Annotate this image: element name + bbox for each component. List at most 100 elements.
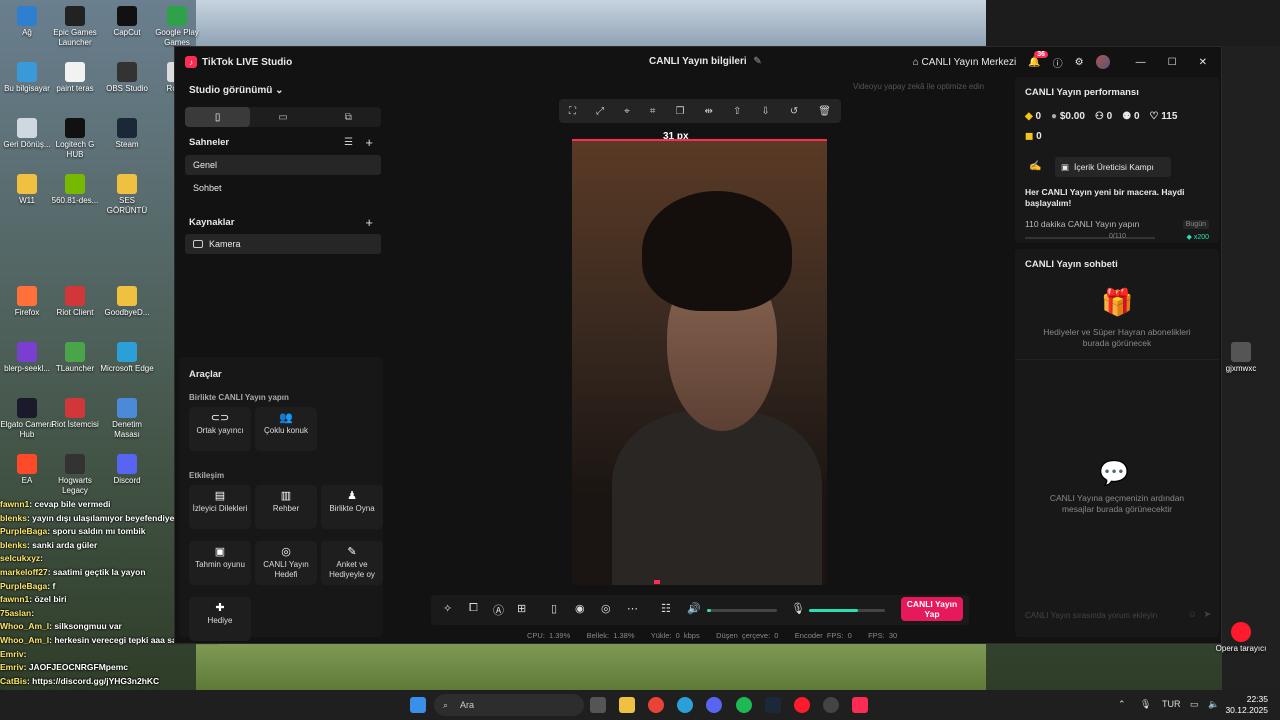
layer-up-icon[interactable]: ⇧	[733, 106, 741, 117]
opera-icon[interactable]	[794, 697, 810, 713]
system-clock[interactable]: 22:35 30.12.2025	[1225, 694, 1268, 716]
ai-icon[interactable]: Ⓐ	[493, 602, 504, 618]
replay-icon[interactable]: ◎	[601, 602, 611, 615]
desktop-icon[interactable]: paint teras	[48, 62, 102, 94]
desktop-icon[interactable]: W11	[0, 174, 54, 206]
fit-screen-icon[interactable]: ⛶	[569, 106, 576, 117]
desktop-icon[interactable]: SES GÖRÜNTÜ	[100, 174, 154, 216]
more-icon[interactable]: ⋯	[627, 602, 638, 615]
creator-camp-button[interactable]: ▣ İçerik Üreticisi Kampı	[1055, 157, 1171, 177]
windows-start-icon[interactable]	[410, 697, 426, 713]
desktop-icon[interactable]: Elgato Camera Hub	[0, 398, 54, 440]
undo-icon[interactable]: ↺	[790, 106, 798, 117]
source-item-camera[interactable]: Kamera	[185, 234, 381, 254]
send-icon[interactable]: ➤	[1203, 609, 1211, 620]
tool-button[interactable]: ◎ CANLI Yayın Hedefi	[255, 541, 317, 585]
add-media-icon[interactable]: ⊞	[517, 602, 526, 615]
desktop-icon-opera[interactable]: Opera tarayıcı	[1214, 622, 1268, 654]
expand-icon[interactable]: ⤢	[596, 106, 604, 117]
desktop-icon[interactable]: EA	[0, 454, 54, 486]
desktop-icon[interactable]: GoodbyeD...	[100, 286, 154, 318]
discord-icon[interactable]	[706, 697, 722, 713]
tray-chevron-icon[interactable]: ⌃	[1118, 699, 1126, 710]
spotify-icon[interactable]	[736, 697, 752, 713]
edge-icon[interactable]	[677, 697, 693, 713]
task-view-icon[interactable]	[590, 697, 606, 713]
tool-button[interactable]: ✚ Hediye	[189, 597, 251, 641]
portrait-view-button[interactable]: ▯	[185, 107, 251, 127]
volume-slider[interactable]	[707, 609, 777, 612]
layer-down-icon[interactable]: ⇩	[761, 106, 769, 117]
resize-handle[interactable]	[654, 580, 660, 584]
steam-icon[interactable]	[765, 697, 781, 713]
tray-network-icon[interactable]: ▭	[1190, 699, 1199, 710]
tool-button[interactable]: ⊂⊃ Ortak yayıncı	[189, 407, 251, 451]
microphone-icon[interactable]: 🎙	[791, 602, 805, 615]
chrome-icon[interactable]	[648, 697, 664, 713]
landscape-view-button[interactable]: ▭	[250, 107, 315, 127]
desktop-icon[interactable]: blerp-seekl...	[0, 342, 54, 374]
desktop-icon-right-1[interactable]: gjxmwxc	[1214, 342, 1268, 374]
flip-icon[interactable]: ⇹	[705, 106, 713, 117]
file-explorer-icon[interactable]	[619, 697, 635, 713]
go-live-button[interactable]: CANLI Yayın Yap	[901, 597, 963, 621]
desktop-icon[interactable]: Denetim Masası	[100, 398, 154, 440]
desktop-icon[interactable]: Google Play Games	[150, 6, 204, 48]
tool-button[interactable]: ▤ İzleyici Dilekleri	[189, 485, 251, 529]
desktop-icon[interactable]: Ağ	[0, 6, 54, 38]
studio-view-dropdown[interactable]: Studio görünümü ⌄	[189, 85, 284, 96]
emoji-icon[interactable]: ☺	[1188, 609, 1197, 619]
desktop-icon[interactable]: Steam	[100, 118, 154, 150]
gear-icon[interactable]: ⚙	[1075, 57, 1084, 68]
add-source-button[interactable]: +	[365, 215, 373, 230]
live-center-button[interactable]: ⌂ CANLI Yayın Merkezi	[913, 57, 1017, 68]
desktop-icon[interactable]: Discord	[100, 454, 154, 486]
tool-button[interactable]: ✎ Anket ve Hediyeyle oy	[321, 541, 383, 585]
scene-item-genel[interactable]: Genel	[185, 155, 381, 175]
desktop-icon[interactable]: 560.81-des...	[48, 174, 102, 206]
tool-button[interactable]: ♟ Birlikte Oyna	[321, 485, 383, 529]
chat-input[interactable]: CANLI Yayın sırasında yorum ekleyin	[1025, 611, 1157, 620]
language-indicator[interactable]: TUR	[1162, 699, 1181, 709]
record-icon[interactable]: ◉	[575, 602, 585, 615]
edit-icon[interactable]: ✎	[753, 56, 761, 67]
scene-item-sohbet[interactable]: Sohbet	[185, 178, 381, 198]
taskbar-search[interactable]: ⌕ Ara	[434, 694, 584, 716]
desktop-icon[interactable]: OBS Studio	[100, 62, 154, 94]
magic-icon[interactable]: ✧	[443, 602, 452, 615]
live-info-title[interactable]: CANLI Yayın bilgileri ✎	[649, 56, 762, 67]
desktop-icon[interactable]: Epic Games Launcher	[48, 6, 102, 48]
tool-button[interactable]: ▣ Tahmin oyunu	[189, 541, 251, 585]
desktop-icon[interactable]: Riot İstemcisi	[48, 398, 102, 430]
tray-volume-icon[interactable]: 🔈	[1208, 699, 1219, 710]
maximize-icon[interactable]: ☐	[1168, 57, 1177, 68]
dual-view-button[interactable]: ⧉	[316, 107, 381, 127]
tool-button[interactable]: ▥ Rehber	[255, 485, 317, 529]
tiktok-live-icon[interactable]	[852, 697, 868, 713]
screen-icon[interactable]: ⧠	[469, 602, 478, 615]
edit-profile-icon[interactable]: ✍	[1029, 161, 1041, 172]
phone-icon[interactable]: ▯	[551, 602, 557, 615]
desktop-icon[interactable]: Hogwarts Legacy	[48, 454, 102, 496]
ai-optimize-hint[interactable]: Videoyu yapay zekâ ile optimize edin	[853, 82, 984, 91]
camera-preview[interactable]	[572, 139, 827, 585]
desktop-icon[interactable]: CapCut	[100, 6, 154, 38]
desktop-icon[interactable]: Riot Client	[48, 286, 102, 318]
desktop-icon[interactable]: Logitech G HUB	[48, 118, 102, 160]
close-icon[interactable]: ✕	[1199, 57, 1207, 68]
tray-mic-icon[interactable]: 🎙	[1140, 699, 1151, 710]
tool-button[interactable]: 👥 Çoklu konuk	[255, 407, 317, 451]
add-scene-button[interactable]: +	[365, 135, 373, 150]
mic-slider[interactable]	[809, 609, 885, 612]
desktop-icon[interactable]: Microsoft Edge	[100, 342, 154, 374]
desktop-icon[interactable]: Geri Dönüş...	[0, 118, 54, 150]
help-icon[interactable]: ⓘ	[1053, 55, 1063, 70]
copy-icon[interactable]: ❐	[675, 106, 684, 117]
list-icon[interactable]: ☰	[344, 137, 353, 148]
speaker-icon[interactable]: 🔊	[687, 602, 701, 615]
avatar[interactable]	[1095, 55, 1110, 69]
settings-sliders-icon[interactable]: ☷	[661, 602, 671, 615]
minimize-icon[interactable]: —	[1136, 57, 1146, 68]
notification-button[interactable]: 🔔 36	[1028, 50, 1049, 68]
crop-icon[interactable]: ⌗	[650, 106, 656, 117]
